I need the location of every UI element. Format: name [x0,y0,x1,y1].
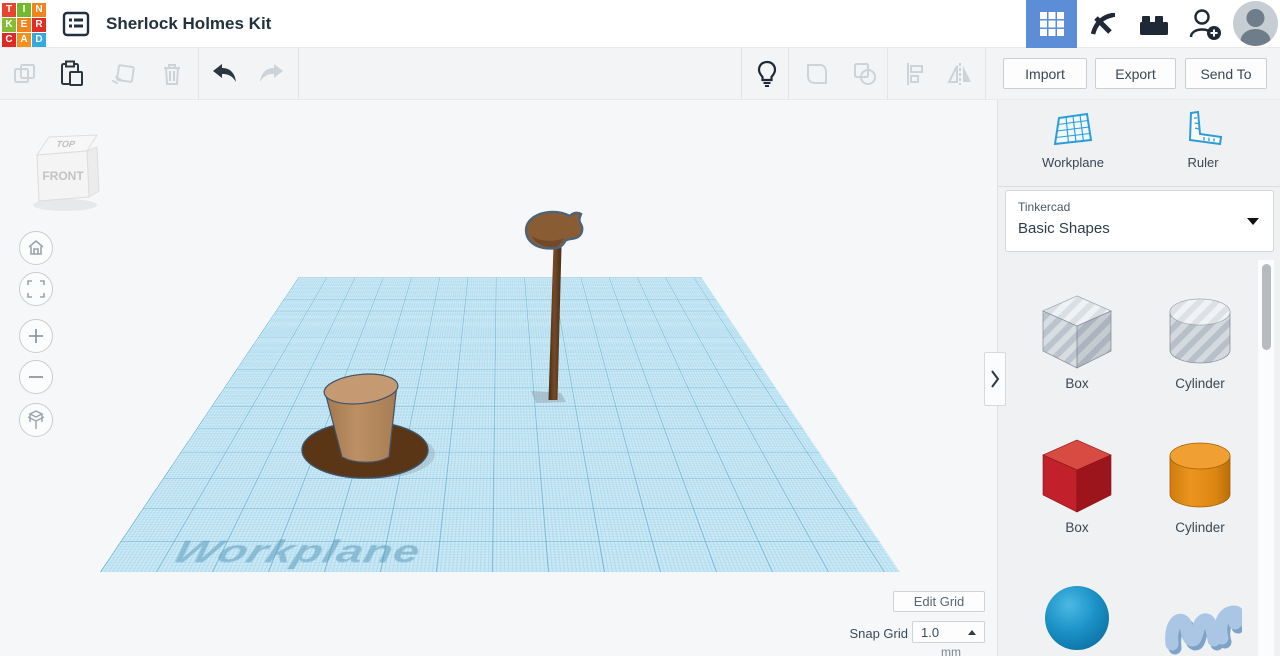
toolbar-divider [788,48,789,100]
avatar[interactable] [1233,1,1278,46]
logo-tile: A [17,32,31,47]
paste-icon[interactable] [58,60,86,88]
toolbar-divider [298,48,299,100]
logo-tile: N [32,2,46,17]
minecraft-pickaxe-icon[interactable] [1077,0,1128,48]
view-cube[interactable]: TOP FRONT [25,125,105,213]
caret-up-icon [968,630,976,635]
shape-label: Box [1065,520,1089,535]
shapes-panel: Workplane Ruler Tinkercad Basic Shapes B… [997,100,1280,656]
panel-scrollbar[interactable] [1262,264,1271,350]
tinkercad-app: T I N K E R C A D Sherlock Holmes Kit Im… [0,0,1280,656]
toolbar-divider [198,48,199,100]
import-button[interactable]: Import [1003,58,1087,89]
design-menu-icon[interactable] [60,9,92,39]
page-title: Sherlock Holmes Kit [106,13,272,33]
zoom-in-button[interactable] [19,319,53,353]
snap-grid-unit: mm [941,645,961,656]
3d-viewport[interactable]: Workplane TOP FRONT Edit Grid Snap Grid … [0,100,997,656]
shape-label: Cylinder [1175,376,1225,391]
chevron-down-icon [1247,218,1259,225]
brick-icon[interactable] [1128,0,1179,48]
delete-icon[interactable] [158,60,186,88]
toolbar-divider [985,48,986,100]
header-right [1026,0,1280,48]
send-to-button[interactable]: Send To [1185,58,1267,89]
shape-scribble[interactable] [1141,578,1259,656]
cane-object[interactable] [512,200,602,410]
ungroup-icon[interactable] [851,60,879,88]
align-icon[interactable] [901,60,929,88]
shape-sphere[interactable] [1018,578,1136,656]
category-brand: Tinkercad [1018,200,1071,214]
edit-grid-button[interactable]: Edit Grid [893,591,985,612]
main: Workplane TOP FRONT Edit Grid Snap Grid … [0,100,1280,656]
ruler-tool-label: Ruler [1187,155,1219,170]
logo-tile: E [17,17,31,32]
ruler-tool[interactable]: Ruler [1148,110,1258,170]
viewcube-front-label: FRONT [42,169,84,183]
shape-red-box[interactable]: Box [1018,432,1136,535]
viewcube-top-label: TOP [55,139,76,149]
snap-grid-label: Snap Grid [849,626,908,641]
logo-tile: C [2,32,16,47]
tinkercad-logo[interactable]: T I N K E R C A D [2,2,46,47]
snap-grid-controls: Snap Grid 1.0 mm [700,621,985,656]
shape-hole-box[interactable]: Box [1018,288,1136,391]
category-name: Basic Shapes [1018,220,1110,237]
logo-tile: I [17,2,31,17]
workplane-watermark: Workplane [165,535,423,570]
logo-tile: T [2,2,16,17]
logo-tile: K [2,17,16,32]
copy-icon[interactable] [11,60,39,88]
snap-grid-select[interactable]: 1.0 [912,621,985,643]
workplane-tool[interactable]: Workplane [1018,110,1128,170]
collapse-panel-button[interactable] [984,352,1006,406]
group-icon[interactable] [803,60,831,88]
undo-icon[interactable] [210,60,238,88]
lightbulb-icon[interactable] [753,60,781,88]
fit-view-button[interactable] [19,272,53,306]
shape-hole-cylinder[interactable]: Cylinder [1141,288,1259,391]
shape-category-select[interactable]: Tinkercad Basic Shapes [1005,190,1274,252]
logo-tile: D [32,32,46,47]
home-view-button[interactable] [19,231,53,265]
panel-tools: Workplane Ruler [998,100,1280,187]
toolbar: Import Export Send To [0,48,1280,100]
mirror-icon[interactable] [946,60,974,88]
duplicate-icon[interactable] [109,60,137,88]
export-button[interactable]: Export [1095,58,1176,89]
toolbar-divider [741,48,742,100]
snap-grid-value: 1.0 [921,624,940,640]
header: T I N K E R C A D Sherlock Holmes Kit [0,0,1280,48]
toolbar-divider [887,48,888,100]
designs-grid-icon[interactable] [1026,0,1077,48]
logo-tile: R [32,17,46,32]
shape-orange-cylinder[interactable]: Cylinder [1141,432,1259,535]
add-person-icon[interactable] [1179,0,1230,48]
zoom-out-button[interactable] [19,360,53,394]
top-hat-object[interactable] [295,358,445,480]
shape-label: Box [1065,376,1089,391]
perspective-toggle-button[interactable] [19,403,53,437]
redo-icon[interactable] [258,60,286,88]
shape-label: Cylinder [1175,520,1225,535]
workplane-tool-label: Workplane [1042,155,1104,170]
workplane-grid[interactable]: Workplane [100,277,900,572]
